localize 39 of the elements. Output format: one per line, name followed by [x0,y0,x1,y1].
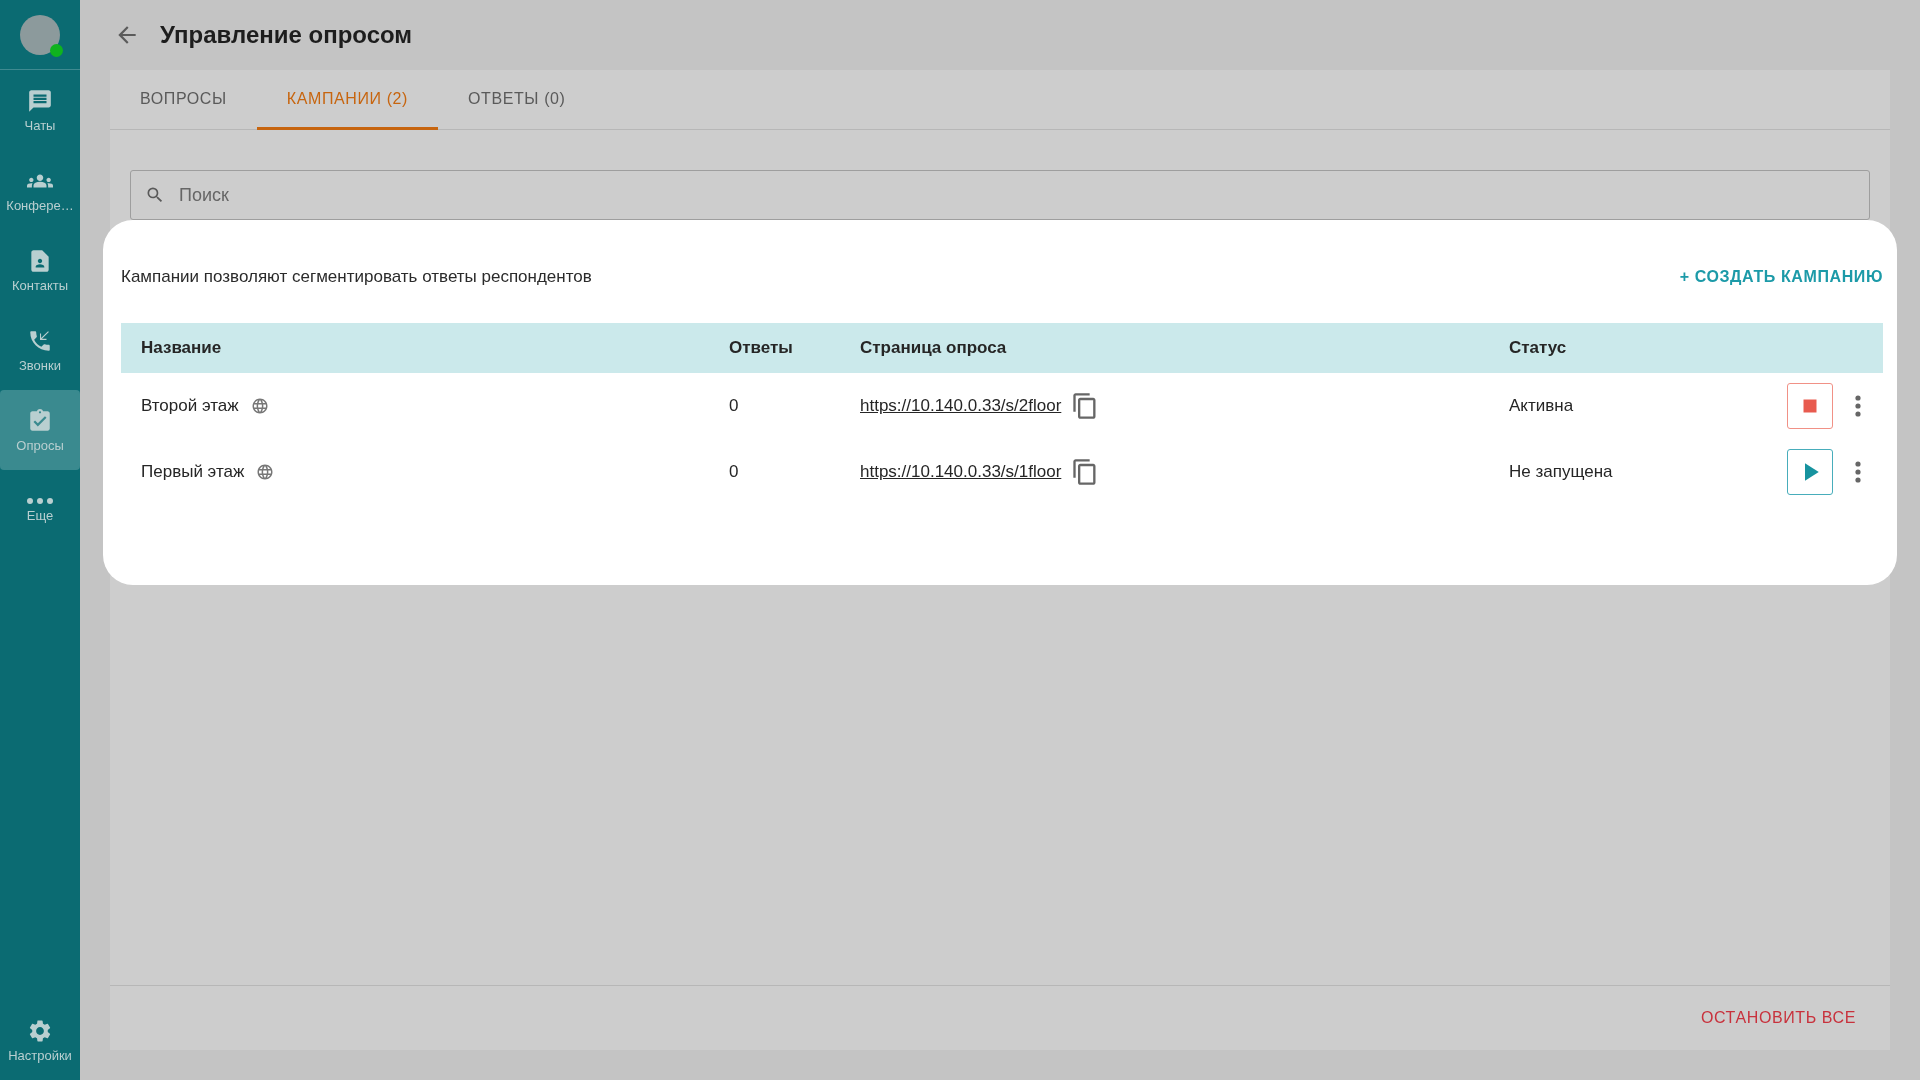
answers-count: 0 [729,462,740,482]
globe-icon [250,397,269,415]
more-menu-button[interactable] [1855,395,1861,417]
survey-link[interactable]: https://10.140.0.33/s/1floor [860,462,1062,482]
description-text: Кампании позволяют сегментировать ответы респондентов [121,267,592,287]
sidebar-item[interactable]: Еще [0,470,80,550]
sidebar-item[interactable]: Звонки [0,310,80,390]
search-icon [145,185,165,205]
tab[interactable]: ВОПРОСЫ [110,70,257,130]
campaign-name: Первый этаж [141,462,245,482]
nav-icon [27,87,53,114]
tab[interactable]: ОТВЕТЫ (0) [438,70,596,130]
create-campaign-button[interactable]: + СОЗДАТЬ КАМПАНИЮ [1679,264,1883,290]
globe-icon [256,463,275,481]
column-header: Страница опроса [860,338,1008,358]
sidebar-item[interactable]: Конфере… [0,150,80,230]
stop-all-button[interactable]: ОСТАНОВИТЬ ВСЕ [1692,1003,1864,1033]
more-vertical-icon [1855,395,1861,417]
sidebar-item[interactable]: Контакты [0,230,80,310]
play-button[interactable] [1787,449,1833,495]
nav-icon [27,407,53,434]
column-header: Статус [1509,338,1568,358]
more-menu-button[interactable] [1855,461,1861,483]
search-field[interactable]: Поиск [130,170,1870,220]
column-header: Ответы [729,338,794,358]
tab[interactable]: КАМПАНИИ (2) [256,70,439,130]
sidebar-item[interactable]: Чаты [0,70,80,150]
survey-link[interactable]: https://10.140.0.33/s/2floor [860,396,1062,416]
stop-button[interactable] [1787,383,1833,429]
more-vertical-icon [1855,461,1861,483]
sidebar-item[interactable]: Опросы [0,390,80,470]
status-text: Не запущена [1509,462,1614,482]
column-header: Название [141,338,223,358]
dots-icon [27,497,53,504]
campaign-name: Второй этаж [141,396,239,416]
page-title: Управление опросом [160,21,413,49]
answers-count: 0 [729,396,740,416]
status-text: Активна [1509,396,1575,416]
settings-item[interactable]: Настройки [0,1000,80,1080]
